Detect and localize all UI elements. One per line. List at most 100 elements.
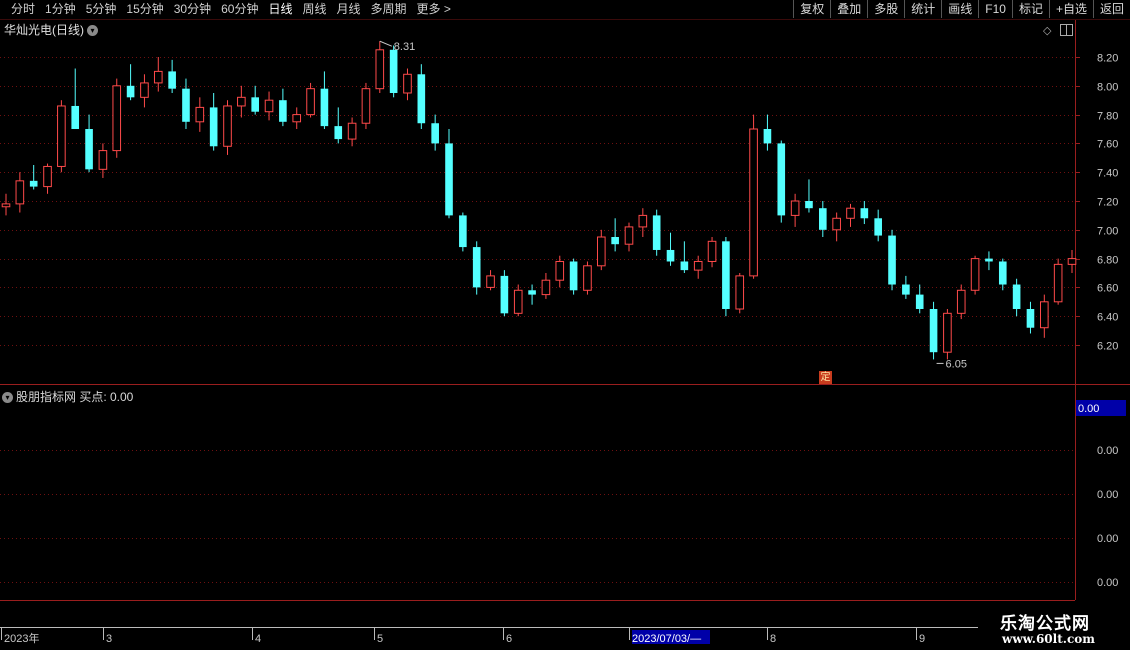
stock-title-text: 华灿光电(日线)	[4, 23, 84, 37]
date-tick-label: 2023/07/03/—	[632, 633, 701, 645]
candle-body-up	[832, 217, 841, 231]
candle-body-up	[403, 73, 412, 94]
indicator-title: ▾ 股朋指标网 买点: 0.00	[2, 388, 133, 405]
price-tick-label: 6.80	[1097, 255, 1118, 267]
candle-body-down	[915, 294, 924, 309]
candle-body-up	[846, 207, 855, 219]
candle-body-down	[929, 309, 938, 353]
candle-body-up	[237, 96, 246, 107]
price-tick-label: 7.20	[1097, 197, 1118, 209]
price-tick-label: 7.40	[1097, 168, 1118, 180]
candle-body-down	[860, 208, 869, 219]
candle-body-up	[1040, 301, 1049, 329]
date-tick-label: 2023年	[4, 631, 39, 645]
high-marker-line	[379, 40, 392, 47]
candle-body-up	[790, 200, 800, 216]
date-tick-label: 8	[770, 633, 776, 645]
candle-body-up	[624, 226, 634, 245]
candle-body-down	[459, 215, 467, 248]
candle-body-up	[347, 122, 357, 140]
kline-chart[interactable]: 8.20 8.00 7.80 7.60 7.40 7.20 7.00 6.80 6.60 6.40…	[0, 0, 1130, 650]
candle-body-down	[29, 180, 38, 187]
candle-body-down	[902, 284, 910, 295]
candle-body-down	[209, 107, 218, 147]
candle-body-down	[126, 85, 135, 98]
candle-body-up	[43, 165, 52, 188]
candle-body-up	[223, 105, 232, 147]
price-tick-label: 6.40	[1097, 312, 1118, 324]
price-tick-label: 7.00	[1097, 226, 1118, 238]
candle-body-down	[998, 261, 1007, 285]
candle-body-up	[15, 180, 25, 205]
candle-body-up	[98, 150, 108, 170]
candle-body-up	[1, 203, 11, 208]
diamond-icon[interactable]: ◇	[1043, 24, 1051, 37]
candle-body-down	[763, 129, 772, 144]
indicator-tick-label: 0.00	[1097, 445, 1118, 457]
candle-body-down	[805, 201, 813, 209]
chevron-down-icon[interactable]: ▾	[87, 25, 98, 37]
candle-body-up	[153, 70, 163, 84]
candle-body-up	[541, 279, 551, 296]
candle-body-down	[71, 105, 80, 129]
candle-body-down	[417, 74, 426, 124]
candle-body-up	[306, 88, 315, 116]
candle-body-down	[985, 258, 993, 262]
candle-body-up	[195, 106, 205, 123]
candle-body-down	[85, 129, 93, 170]
price-tick-label: 7.60	[1097, 139, 1118, 151]
candle-body-up	[638, 214, 648, 228]
chevron-down-icon[interactable]: ▾	[2, 392, 13, 404]
candle-body-up	[735, 275, 745, 310]
date-tick-label: 4	[255, 633, 261, 645]
candle-body-down	[528, 290, 536, 295]
candle-body-up	[264, 99, 274, 113]
candle-body-up	[693, 260, 703, 271]
price-tick-label: 6.20	[1097, 341, 1118, 353]
candle-body-up	[513, 289, 523, 314]
candle-body-down	[569, 261, 578, 291]
candle-body-down	[611, 237, 619, 245]
candle-body-up	[292, 114, 302, 123]
candle-body-down	[472, 247, 481, 288]
stock-title: 华灿光电(日线) ▾	[4, 21, 98, 38]
candle-body-down	[279, 100, 287, 122]
candle-body-up	[112, 85, 122, 152]
candle-body-down	[777, 143, 786, 216]
indicator-tick-label: 0.00	[1097, 489, 1118, 501]
indicator-tick-label: 0.00	[1097, 533, 1118, 545]
candle-body-down	[168, 71, 176, 89]
candle-body-down	[500, 275, 509, 314]
candle-body-down	[818, 208, 827, 230]
candle-body-down	[722, 241, 730, 309]
candle-body-up	[140, 82, 149, 98]
candle-body-up	[583, 265, 592, 291]
candle-body-down	[182, 88, 190, 122]
candle-body-up	[943, 312, 952, 353]
price-tick-label: 6.60	[1097, 283, 1118, 295]
candle-body-up	[970, 258, 980, 291]
low-price-label: 6.05	[946, 358, 967, 370]
candle-body-down	[251, 97, 260, 112]
candle-body-down	[1012, 284, 1021, 309]
candle-body-up	[57, 105, 66, 167]
candle-body-up	[555, 260, 565, 281]
candle-body-up	[1053, 263, 1063, 303]
candle-body-down	[445, 143, 453, 216]
indicator-title-text: 股朋指标网 买点: 0.00	[16, 390, 134, 404]
candle-body-down	[320, 88, 329, 127]
candle-body-down	[680, 261, 689, 271]
date-tick-label: 6	[506, 633, 512, 645]
candle-body-down	[1026, 309, 1035, 328]
indicator-tick-label: 0.00	[1097, 577, 1118, 589]
candle-body-up	[486, 275, 495, 288]
split-window-icon[interactable]	[1060, 24, 1073, 36]
price-tick-label: 8.00	[1097, 82, 1118, 94]
candle-body-down	[334, 126, 343, 140]
watermark-url: www.60lt.com	[1002, 632, 1095, 646]
candle-body-down	[389, 49, 398, 93]
candle-body-down	[652, 215, 661, 250]
ding-badge[interactable]: 定	[819, 371, 832, 384]
candle-body-up	[596, 236, 606, 267]
candle-body-up	[375, 49, 385, 90]
